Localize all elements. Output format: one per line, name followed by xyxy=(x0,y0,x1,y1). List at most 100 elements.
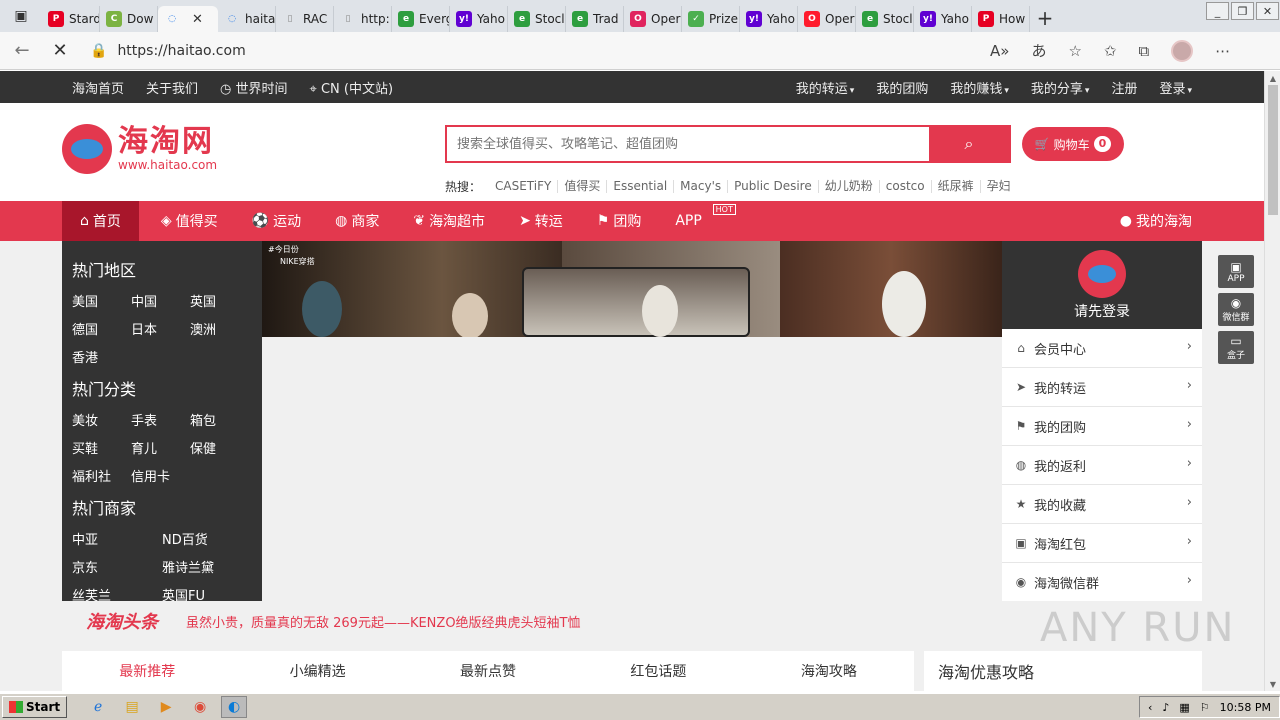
nav-transship[interactable]: ➤ 转运 xyxy=(507,201,575,241)
browser-tab[interactable]: y! Yaho xyxy=(450,6,508,32)
browser-tab[interactable]: e Stocl xyxy=(856,6,914,32)
category-link[interactable]: 信用卡 xyxy=(131,466,190,485)
tab-editor-picks[interactable]: 小编精选 xyxy=(232,651,402,691)
topnav-home[interactable]: 海淘首页 xyxy=(72,78,124,97)
category-link[interactable]: 美妆 xyxy=(72,410,131,429)
browser-tab[interactable]: P Stard xyxy=(42,6,100,32)
browser-tab[interactable]: ◌ haita xyxy=(218,6,276,32)
category-link[interactable]: 保健 xyxy=(190,438,249,457)
minimize-button[interactable]: _ xyxy=(1206,2,1229,20)
hot-item[interactable]: costco xyxy=(880,180,932,193)
browser-tab[interactable]: O Oper xyxy=(798,6,856,32)
nav-my-haitao[interactable]: ● 我的海淘 xyxy=(1120,201,1192,241)
login-prompt[interactable]: 请先登录 xyxy=(1074,301,1130,321)
new-tab-button[interactable]: + xyxy=(1030,5,1060,31)
user-menu-rebate[interactable]: ◍ 我的返利 › xyxy=(1002,446,1202,485)
scroll-up-icon[interactable]: ▲ xyxy=(1265,71,1280,85)
hot-item[interactable]: 纸尿裤 xyxy=(932,180,981,193)
user-menu-transship[interactable]: ➤ 我的转运 › xyxy=(1002,368,1202,407)
category-link[interactable]: 箱包 xyxy=(190,410,249,429)
headline-link[interactable]: 虽然小贵，质量真的无敌 269元起——KENZO绝版经典虎头短袖T恤 xyxy=(186,612,581,631)
category-link[interactable]: 买鞋 xyxy=(72,438,131,457)
edge-icon[interactable]: ◐ xyxy=(221,696,248,718)
chrome-icon[interactable]: ◉ xyxy=(187,696,213,718)
browser-tab[interactable]: ▯ http: xyxy=(334,6,392,32)
store-link[interactable]: 雅诗兰黛 xyxy=(162,557,252,576)
region-link[interactable]: 香港 xyxy=(72,347,131,366)
store-link[interactable]: ND百货 xyxy=(162,529,252,548)
hot-item[interactable]: 幼儿奶粉 xyxy=(819,180,880,193)
scroll-down-icon[interactable]: ▼ xyxy=(1265,677,1280,691)
browser-tab[interactable]: e Trad xyxy=(566,6,624,32)
url-field[interactable]: 🔒 https://haitao.com xyxy=(90,36,970,66)
volume-icon[interactable]: ♪ xyxy=(1162,701,1169,714)
topnav-my-transship[interactable]: 我的转运 xyxy=(796,78,855,97)
store-link[interactable]: 中亚 xyxy=(72,529,162,548)
region-link[interactable]: 澳洲 xyxy=(190,319,249,338)
add-favorite-icon[interactable]: ☆ xyxy=(1068,42,1081,60)
scroll-thumb[interactable] xyxy=(1268,85,1278,215)
nav-home[interactable]: ⌂ 首页 xyxy=(62,201,139,241)
region-link[interactable]: 日本 xyxy=(131,319,190,338)
hot-item[interactable]: CASETiFY xyxy=(489,180,559,193)
region-link[interactable]: 德国 xyxy=(72,319,131,338)
user-menu-member-center[interactable]: ⌂ 会员中心 › xyxy=(1002,329,1202,368)
collections-icon[interactable]: ⧉ xyxy=(1139,42,1150,60)
more-menu-icon[interactable]: ⋯ xyxy=(1215,42,1230,60)
topnav-world-time[interactable]: ◷ 世界时间 xyxy=(220,78,288,97)
media-player-icon[interactable]: ▶ xyxy=(153,696,179,718)
nav-sports[interactable]: ⚽ 运动 xyxy=(240,201,313,241)
tray-arrow-icon[interactable]: ‹ xyxy=(1148,701,1152,714)
user-menu-group[interactable]: ⚑ 我的团购 › xyxy=(1002,407,1202,446)
window-menu-icon[interactable]: ▣ xyxy=(0,0,42,32)
topnav-about[interactable]: 关于我们 xyxy=(146,78,198,97)
browser-tab[interactable]: ◌ ✕ xyxy=(158,6,218,32)
nav-app[interactable]: APP HOT xyxy=(663,201,736,241)
back-button[interactable]: ← xyxy=(6,36,38,66)
search-input[interactable] xyxy=(447,127,929,161)
browser-tab[interactable]: y! Yaho xyxy=(914,6,972,32)
topnav-my-share[interactable]: 我的分享 xyxy=(1031,78,1090,97)
flag-tray-icon[interactable]: ⚐ xyxy=(1200,701,1210,714)
browser-tab[interactable]: e Everg xyxy=(392,6,450,32)
topnav-region[interactable]: ⌖ CN (中文站) xyxy=(310,78,394,97)
translate-icon[interactable]: あ xyxy=(1031,40,1046,61)
start-button[interactable]: Start xyxy=(2,696,68,718)
search-button[interactable]: ⌕ xyxy=(929,127,1009,161)
hot-item[interactable]: Essential xyxy=(607,180,675,193)
hot-item[interactable]: Public Desire xyxy=(728,180,819,193)
cart-button[interactable]: 🛒 购物车 0 xyxy=(1022,127,1124,161)
restore-button[interactable]: ❐ xyxy=(1231,2,1254,20)
nav-merchants[interactable]: ◍ 商家 xyxy=(323,201,391,241)
topnav-my-earn[interactable]: 我的赚钱 xyxy=(950,78,1009,97)
read-aloud-icon[interactable]: A» xyxy=(990,42,1009,60)
network-icon[interactable]: ▦ xyxy=(1179,701,1189,714)
browser-tab[interactable]: O Oper xyxy=(624,6,682,32)
float-box-button[interactable]: ▭ 盒子 xyxy=(1218,331,1254,364)
close-tab-icon[interactable]: ✕ xyxy=(192,12,203,27)
browser-tab[interactable]: y! Yaho xyxy=(740,6,798,32)
region-link[interactable]: 中国 xyxy=(131,291,190,310)
browser-tab[interactable]: ▯ RAC xyxy=(276,6,334,32)
folder-icon[interactable]: ▤ xyxy=(119,696,145,718)
float-wechat-button[interactable]: ◉ 微信群 xyxy=(1218,293,1254,326)
close-window-button[interactable]: ✕ xyxy=(1256,2,1279,20)
topnav-login[interactable]: 登录 xyxy=(1159,78,1192,97)
category-link[interactable]: 手表 xyxy=(131,410,190,429)
nav-supermarket[interactable]: ❦ 海淘超市 xyxy=(401,201,497,241)
site-logo[interactable]: 海淘网 www.haitao.com xyxy=(62,124,217,174)
category-link[interactable]: 福利社 xyxy=(72,466,131,485)
user-avatar[interactable] xyxy=(1078,249,1126,298)
browser-tab[interactable]: ✓ Prize xyxy=(682,6,740,32)
nav-deals[interactable]: ◈ 值得买 xyxy=(149,201,230,241)
user-menu-red-packet[interactable]: ▣ 海淘红包 › xyxy=(1002,524,1202,563)
hot-item[interactable]: 孕妇 xyxy=(981,180,1017,193)
page-scrollbar[interactable]: ▲ ▼ xyxy=(1264,71,1280,691)
ie-icon[interactable]: ℯ xyxy=(85,696,111,718)
category-link[interactable]: 育儿 xyxy=(131,438,190,457)
hot-item[interactable]: Macy's xyxy=(674,180,729,193)
topnav-my-group[interactable]: 我的团购 xyxy=(876,78,928,97)
hot-item[interactable]: 值得买 xyxy=(558,180,608,193)
tab-latest[interactable]: 最新推荐 xyxy=(62,651,232,691)
float-app-button[interactable]: ▣ APP xyxy=(1218,255,1254,288)
